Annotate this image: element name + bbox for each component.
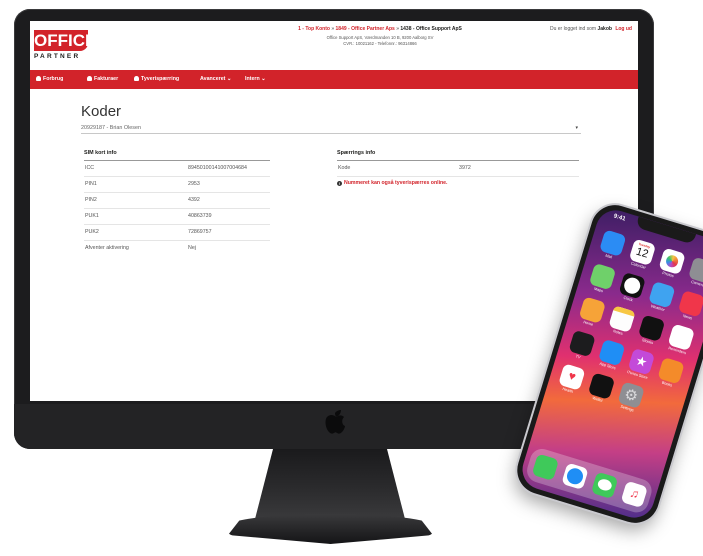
logout-link[interactable]: Log ud (615, 26, 632, 32)
caret-down-icon: ▾ (575, 125, 578, 131)
safari-icon[interactable] (561, 462, 589, 491)
user-name: Jakob (597, 26, 612, 32)
breadcrumb-partner[interactable]: 1849 - Office Partner Aps (336, 26, 395, 32)
table-row: Afventer aktivering Nej (85, 245, 196, 251)
logo-subtitle: PARTNER (34, 53, 81, 60)
block-info-heading: Spærrings info (337, 148, 579, 161)
subscriber-select[interactable]: 20929187 - Brian Olesen ▾ (81, 124, 581, 134)
messages-icon[interactable] (590, 471, 619, 500)
music-icon[interactable]: ♫ (620, 480, 649, 509)
site-header: OFFICE PARTNER 1 - Top Konto » 1849 - Of… (30, 21, 638, 70)
table-row: PIN1 2953 (84, 177, 270, 193)
table-row: PIN2 4392 (84, 193, 270, 209)
nav-avanceret-dropdown[interactable]: Avanceret ⌄ (200, 70, 231, 89)
sim-info-panel: SIM kort info ICC 89450100141007004684 PI… (84, 148, 270, 256)
online-block-note[interactable]: ! Nummeret kan også tyverispærres online. (337, 180, 579, 186)
table-row: ICC 89450100141007004684 (84, 161, 270, 177)
table-row: PUK2 72869757 (84, 225, 270, 241)
breadcrumb: 1 - Top Konto » 1849 - Office Partner Ap… (298, 26, 462, 32)
main-nav: Forbrug Fakturaer Tyverispærring Avancer… (30, 70, 638, 89)
user-icon (36, 76, 41, 81)
table-row: Kode 3972 (337, 161, 579, 177)
nav-fakturaer[interactable]: Fakturaer (87, 70, 118, 89)
company-address: Office Support ApS, Værdmanden 10 B, 920… (326, 35, 434, 46)
phone-dock: ♫ (524, 445, 655, 516)
table-row: PUK1 40863739 (84, 209, 270, 225)
phone-icon[interactable] (531, 453, 560, 481)
imac-stand (255, 449, 405, 519)
nav-forbrug[interactable]: Forbrug (36, 70, 63, 89)
imac-base (228, 514, 433, 544)
user-status: Du er logget ind som Jakob Log ud (549, 26, 632, 32)
imac-screen: OFFICE PARTNER 1 - Top Konto » 1849 - Of… (30, 21, 638, 401)
office-partner-logo[interactable]: OFFICE (34, 30, 96, 51)
page-title: Koder (81, 103, 122, 120)
status-time: 9:41 (612, 213, 627, 223)
breadcrumb-current: 1438 - Office Support ApS (400, 26, 462, 32)
nav-tyverispaerring[interactable]: Tyverispærring (134, 70, 179, 89)
user-icon (87, 76, 92, 81)
info-icon: ! (337, 181, 342, 186)
user-icon (134, 76, 139, 81)
nav-intern-dropdown[interactable]: Intern ⌄ (245, 70, 266, 89)
block-info-panel: Spærrings info Kode 3972 ! Nummeret kan og… (337, 148, 579, 186)
sim-info-heading: SIM kort info (84, 148, 270, 161)
apple-logo-icon (325, 410, 345, 434)
breadcrumb-top-account[interactable]: 1 - Top Konto (298, 26, 330, 32)
